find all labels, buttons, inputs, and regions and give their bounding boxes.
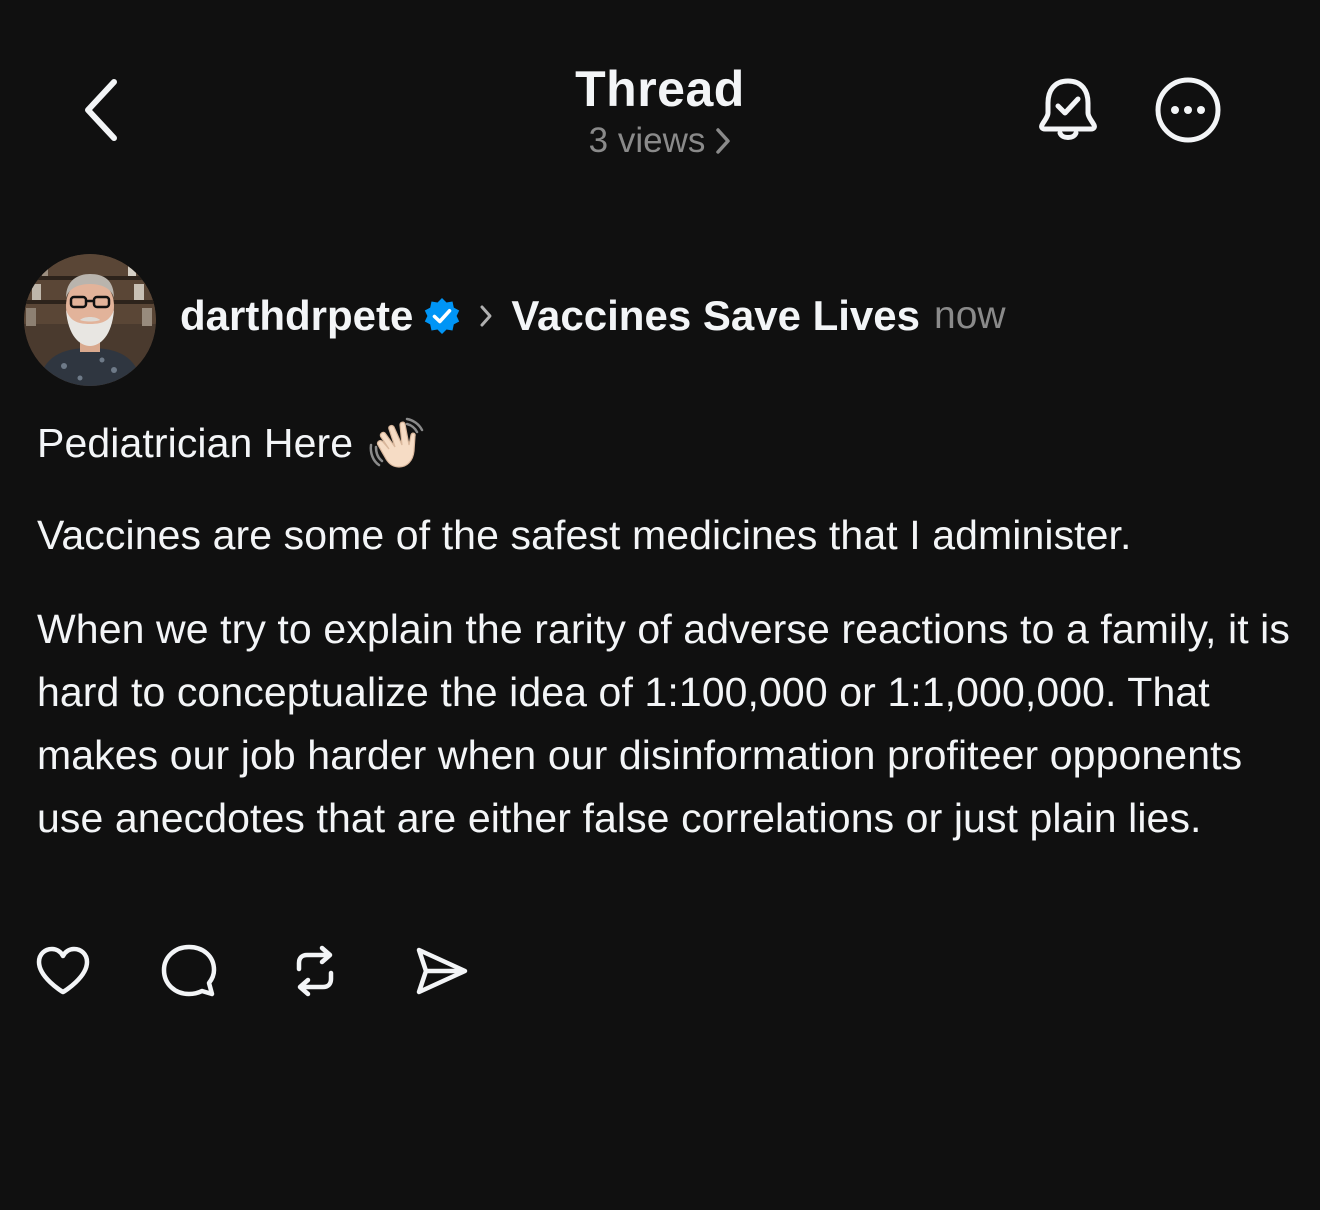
like-button[interactable]	[30, 938, 96, 1004]
views-count: 3 views	[588, 121, 706, 160]
chevron-right-icon	[716, 128, 731, 154]
header: Thread 3 views	[460, 58, 860, 162]
chevron-left-icon	[85, 79, 117, 141]
share-button[interactable]	[408, 938, 474, 1004]
reply-button[interactable]	[156, 938, 222, 1004]
more-options-button[interactable]	[1148, 70, 1228, 150]
post-paragraph: When we try to explain the rarity of adv…	[37, 606, 1290, 841]
repost-icon	[296, 945, 334, 997]
post-actions	[30, 936, 534, 1006]
post-paragraph-text: Pediatrician Here	[37, 420, 354, 466]
heart-icon	[36, 946, 90, 995]
avatar[interactable]	[24, 254, 156, 386]
post-body: Pediatrician Here Vaccines are some of t…	[37, 414, 1297, 850]
send-icon	[416, 947, 468, 995]
verified-badge-icon	[423, 297, 461, 335]
waving-hand-icon	[367, 415, 427, 471]
username-link[interactable]: darthdrpete	[180, 292, 413, 340]
thread-screen: Thread 3 views darthdrpete Vaccines Save…	[0, 0, 1320, 1210]
chevron-right-icon	[479, 304, 493, 328]
notification-bell-button[interactable]	[1030, 70, 1106, 150]
post-meta: darthdrpete Vaccines Save Lives now	[180, 288, 1006, 344]
views-link[interactable]: 3 views	[589, 120, 732, 162]
comment-bubble-icon	[161, 944, 217, 997]
more-circle-icon	[1155, 77, 1221, 143]
community-link[interactable]: Vaccines Save Lives	[511, 292, 920, 340]
post-paragraph: Vaccines are some of the safest medicine…	[37, 512, 1132, 558]
repost-button[interactable]	[282, 938, 348, 1004]
page-title: Thread	[575, 61, 745, 117]
timestamp: now	[934, 294, 1006, 337]
bell-check-icon	[1039, 78, 1097, 140]
back-button[interactable]	[70, 72, 130, 148]
avatar-photo	[24, 254, 156, 386]
post-paragraph: Pediatrician Here	[37, 414, 1297, 472]
